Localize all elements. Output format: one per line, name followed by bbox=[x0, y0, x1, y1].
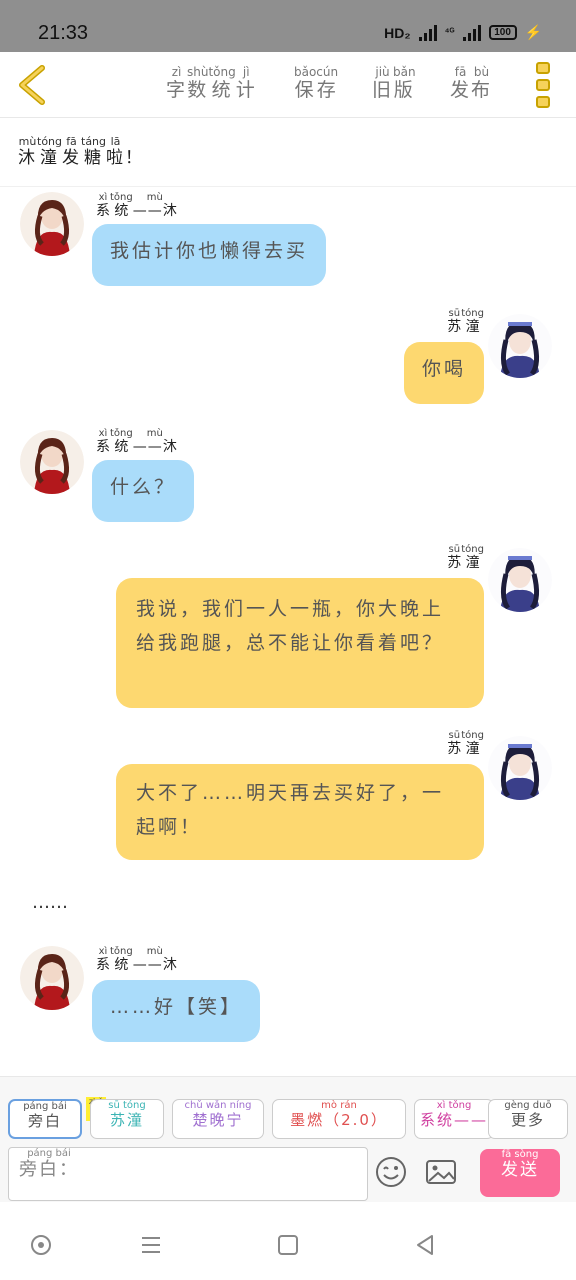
message-bubble[interactable]: 什么？ bbox=[92, 460, 195, 522]
triangle-back-icon[interactable] bbox=[412, 1232, 438, 1258]
app-header: 字zì数shù统tǒng计jì 保bǎo存cún 旧jiù版bǎn 发fā布bù bbox=[0, 52, 576, 118]
speaker-name: 苏sū潼tóng bbox=[447, 544, 484, 571]
message-input[interactable]: 旁白：páng bái bbox=[8, 1147, 368, 1201]
signal-icon-2 bbox=[462, 24, 481, 41]
more-roles-button[interactable]: 更多gèng duō bbox=[488, 1099, 568, 1139]
message-text: 我说，我们一人一瓶，你大晚上给我跑腿，总不能让你看着吧？ bbox=[136, 598, 445, 654]
word-count-button[interactable]: 字zì数shù统tǒng计jì bbox=[166, 65, 257, 102]
story-title: 沐mù潼tóng发fā糖táng啦lā！ bbox=[18, 135, 144, 168]
message-bubble[interactable]: 大不了……明天再去买好了，一起啊！ bbox=[116, 764, 484, 860]
status-time: 21:33 bbox=[38, 22, 89, 44]
message-text: ……好【笑】 bbox=[110, 996, 243, 1018]
message-text: 你喝 bbox=[421, 358, 466, 380]
square-icon[interactable] bbox=[275, 1232, 301, 1258]
status-bar: 21:33 HD₂ ⁴ᴳ 100 ⚡ bbox=[0, 0, 576, 52]
system-navigation-bar bbox=[0, 1210, 576, 1280]
menu-icon[interactable] bbox=[536, 62, 554, 108]
message-bubble[interactable]: ……好【笑】 bbox=[92, 980, 261, 1042]
battery-icon: 100 bbox=[488, 25, 517, 40]
charging-icon: ⚡ bbox=[524, 24, 542, 40]
editor-panel: 旁白páng bái 主zhǔ 苏潼sū tóng 楚晚宁chǔ wǎn nín… bbox=[0, 1076, 576, 1202]
old-version-button[interactable]: 旧jiù版bǎn bbox=[372, 65, 416, 102]
avatar-su-tong[interactable] bbox=[488, 736, 552, 800]
send-button[interactable]: 发送fā sòng bbox=[480, 1149, 560, 1197]
emoji-icon[interactable] bbox=[374, 1155, 408, 1189]
message-text: 我估计你也懒得去买 bbox=[110, 240, 309, 262]
speaker-name: 系xì统tǒng——mù沐 bbox=[96, 192, 177, 219]
status-icons: HD₂ ⁴ᴳ 100 ⚡ bbox=[384, 24, 542, 41]
recent-lines-icon[interactable] bbox=[138, 1232, 164, 1258]
speaker-name: 系xì统tǒng——mù沐 bbox=[96, 428, 177, 455]
network-indicator: ⁴ᴳ bbox=[444, 27, 455, 38]
message-text: 什么？ bbox=[110, 476, 177, 498]
avatar-system[interactable] bbox=[20, 430, 84, 494]
speaker-name: 苏sū潼tóng bbox=[447, 308, 484, 335]
avatar-su-tong[interactable] bbox=[488, 314, 552, 378]
message-bubble[interactable]: 我估计你也懒得去买 bbox=[92, 224, 327, 286]
divider bbox=[0, 186, 576, 187]
narration-text[interactable]: …… bbox=[32, 892, 68, 913]
image-icon[interactable] bbox=[424, 1155, 458, 1189]
hd-indicator: HD₂ bbox=[384, 24, 411, 41]
speaker-name: 系xì统tǒng——mù沐 bbox=[96, 946, 177, 973]
signal-icon bbox=[418, 24, 437, 41]
role-chip-system[interactable]: 系统——xì tǒng bbox=[414, 1099, 494, 1139]
role-chip-narrator[interactable]: 旁白páng bái bbox=[8, 1099, 82, 1139]
avatar-system[interactable] bbox=[20, 946, 84, 1010]
home-circle-icon[interactable] bbox=[28, 1232, 54, 1258]
avatar-su-tong[interactable] bbox=[488, 548, 552, 612]
message-bubble[interactable]: 我说，我们一人一瓶，你大晚上给我跑腿，总不能让你看着吧？ bbox=[116, 578, 484, 708]
back-icon[interactable] bbox=[14, 64, 50, 106]
role-chip-mo-ran[interactable]: 墨燃（2.0）mò rán bbox=[272, 1099, 406, 1139]
publish-button[interactable]: 发fā布bù bbox=[450, 65, 492, 102]
message-text: 大不了……明天再去买好了，一起啊！ bbox=[136, 782, 445, 838]
save-button[interactable]: 保bǎo存cún bbox=[294, 65, 338, 102]
role-chip-chu-wanning[interactable]: 楚晚宁chǔ wǎn níng bbox=[172, 1099, 264, 1139]
speaker-name: 苏sū潼tóng bbox=[447, 730, 484, 757]
message-bubble[interactable]: 你喝 bbox=[403, 342, 484, 404]
avatar-system[interactable] bbox=[20, 192, 84, 256]
role-chip-su-tong[interactable]: 苏潼sū tóng bbox=[90, 1099, 164, 1139]
